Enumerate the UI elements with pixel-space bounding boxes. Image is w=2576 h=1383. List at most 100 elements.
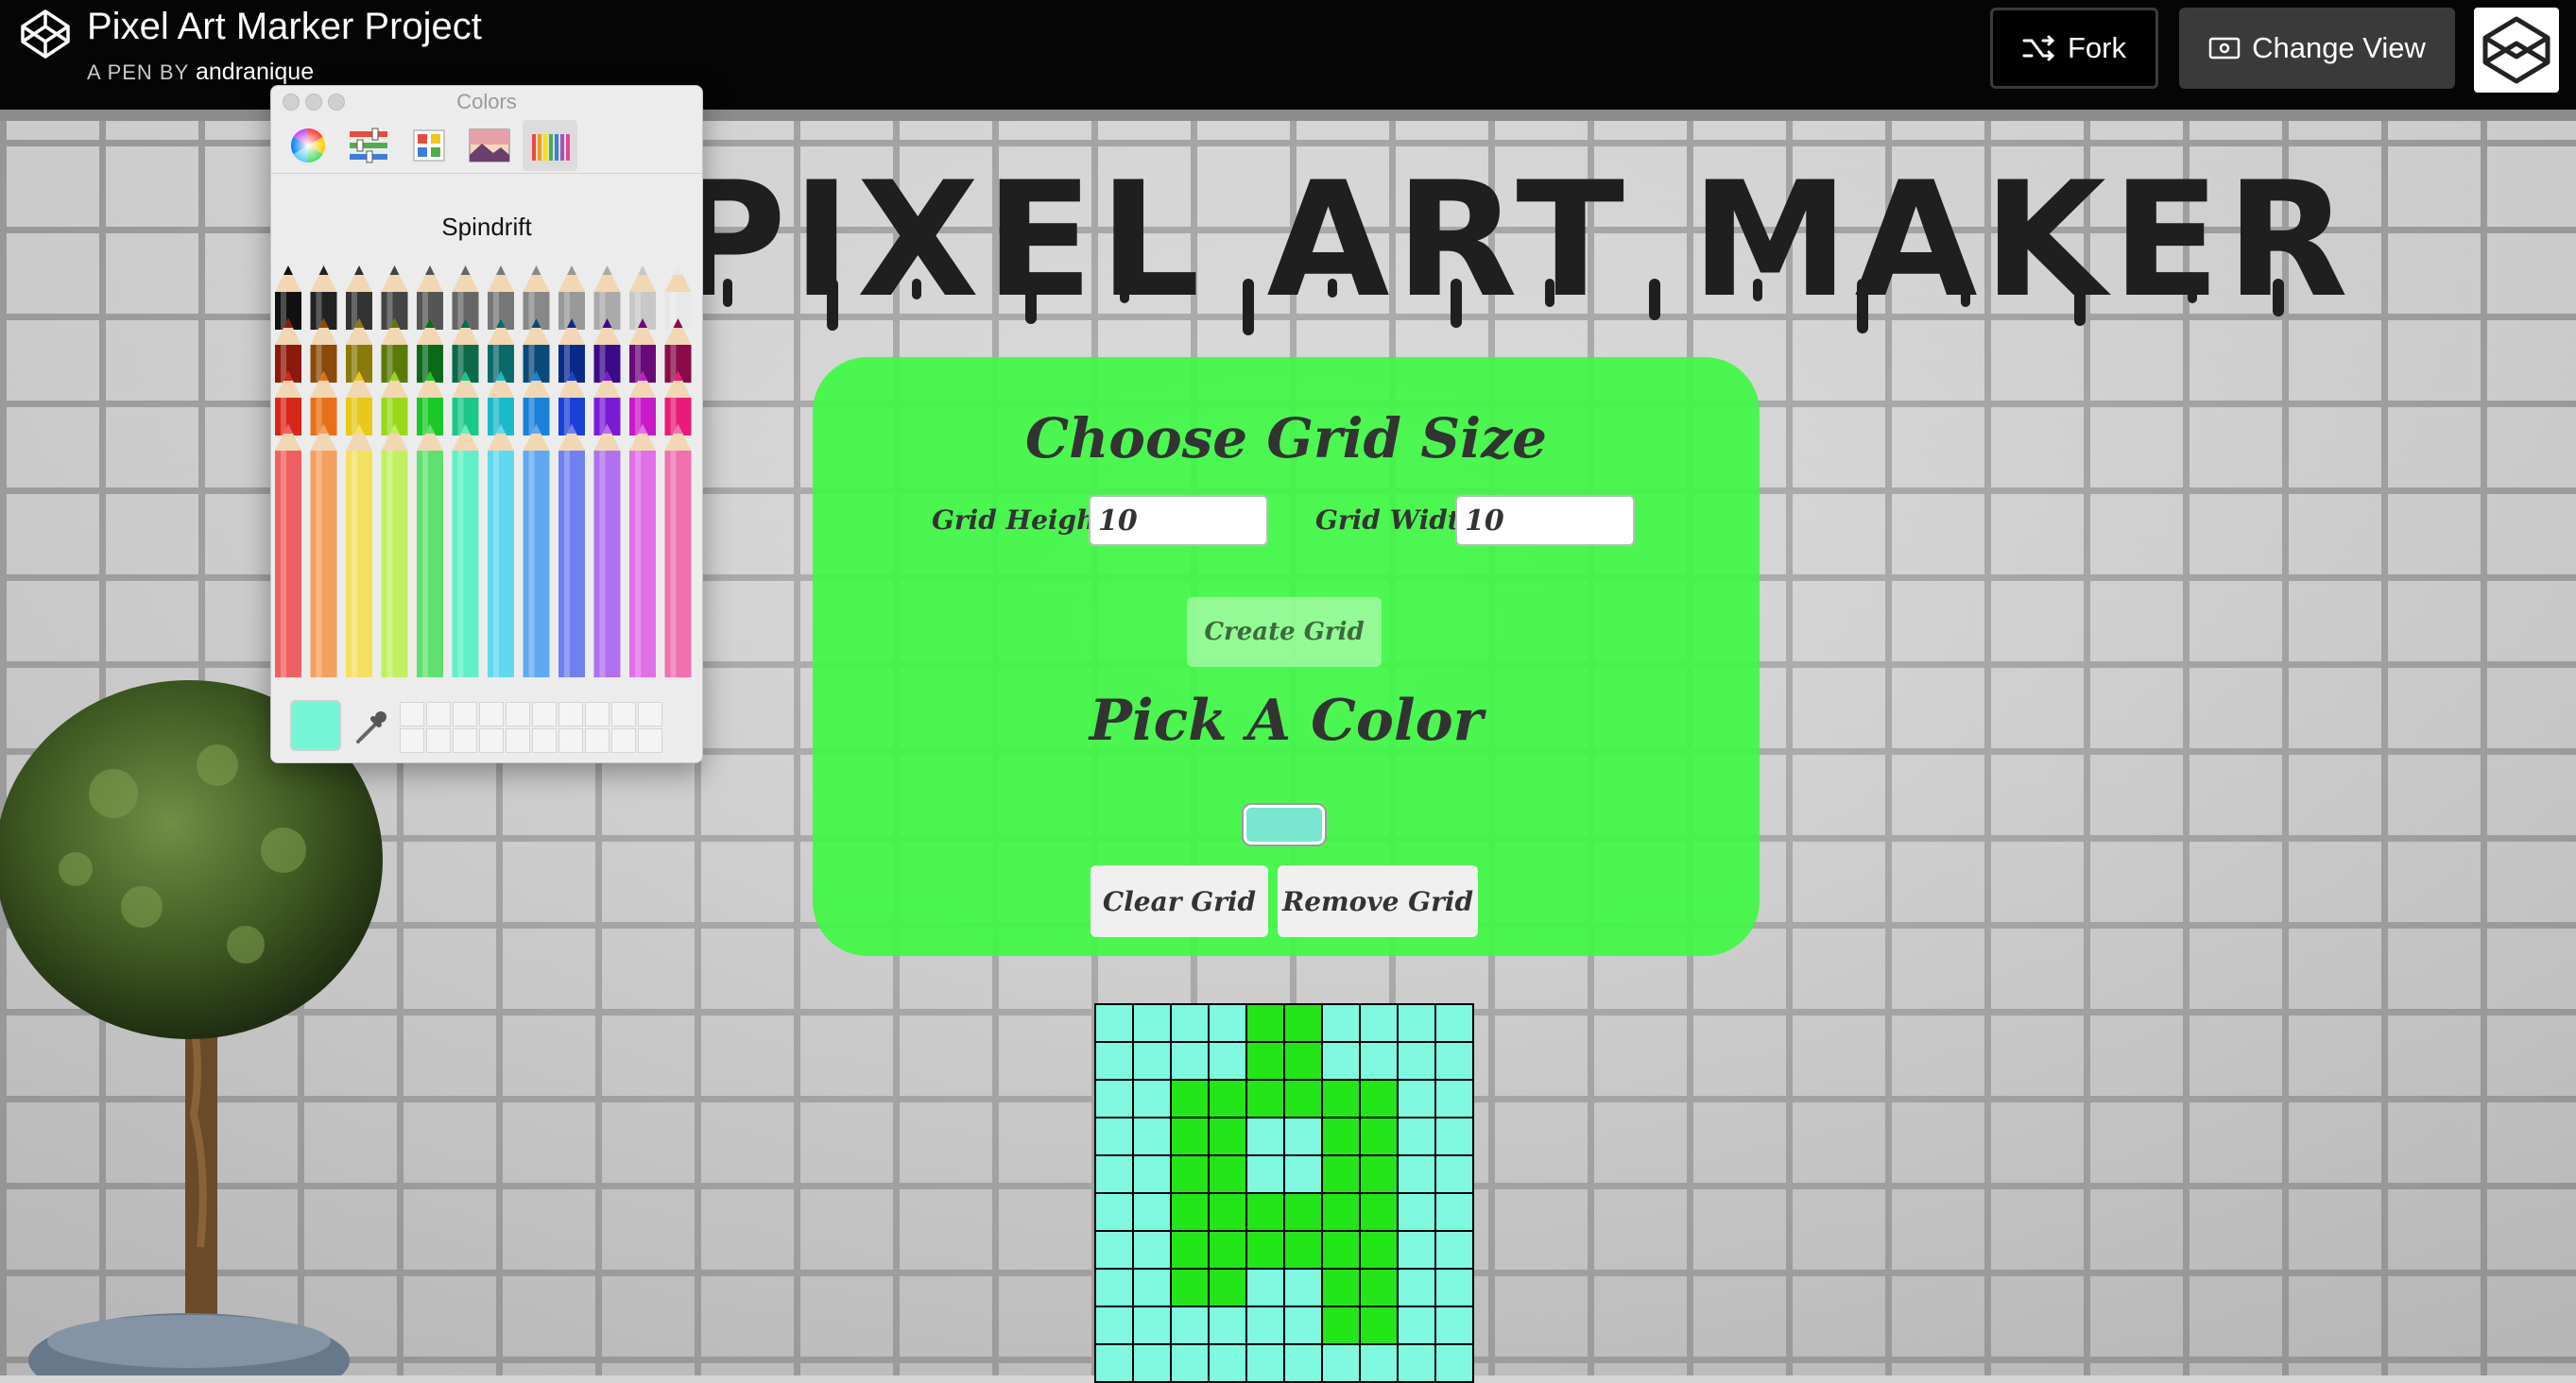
saved-swatches-grid[interactable] — [400, 702, 662, 753]
pixel-cell[interactable] — [1435, 1042, 1473, 1080]
pixel-cell[interactable] — [1209, 1118, 1246, 1155]
pixel-cell[interactable] — [1360, 1080, 1398, 1118]
pixel-cell[interactable] — [1246, 1269, 1284, 1306]
pixel-cell[interactable] — [1322, 1118, 1360, 1155]
pixel-cell[interactable] — [1284, 1193, 1322, 1231]
pencil-swatch[interactable] — [452, 424, 479, 677]
saved-color-slot[interactable] — [532, 702, 557, 726]
pixel-cell[interactable] — [1209, 1306, 1246, 1344]
pixel-cell[interactable] — [1322, 1042, 1360, 1080]
pixel-cell[interactable] — [1133, 1269, 1171, 1306]
pencil-swatch[interactable] — [629, 424, 656, 677]
pixel-cell[interactable] — [1133, 1080, 1171, 1118]
saved-color-slot[interactable] — [558, 728, 583, 753]
pixel-cell[interactable] — [1171, 1231, 1209, 1269]
saved-color-slot[interactable] — [506, 702, 530, 726]
pixel-cell[interactable] — [1133, 1306, 1171, 1344]
pixel-cell[interactable] — [1246, 1080, 1284, 1118]
color-picker-swatch[interactable] — [1244, 805, 1325, 845]
saved-color-slot[interactable] — [532, 728, 557, 753]
pixel-cell[interactable] — [1398, 1193, 1435, 1231]
pixel-cell[interactable] — [1095, 1344, 1133, 1382]
color-sliders-icon[interactable] — [341, 120, 396, 171]
pixel-cell[interactable] — [1398, 1155, 1435, 1193]
pixel-cell[interactable] — [1360, 1269, 1398, 1306]
pixel-cell[interactable] — [1360, 1193, 1398, 1231]
pixel-cell[interactable] — [1209, 1193, 1246, 1231]
pixel-cell[interactable] — [1322, 1080, 1360, 1118]
pixel-cell[interactable] — [1171, 1306, 1209, 1344]
pencil-swatch[interactable] — [593, 424, 621, 677]
pixel-cell[interactable] — [1171, 1193, 1209, 1231]
pixel-cell[interactable] — [1398, 1004, 1435, 1042]
pixel-cell[interactable] — [1322, 1269, 1360, 1306]
grid-width-input[interactable] — [1455, 495, 1635, 546]
pixel-cell[interactable] — [1133, 1155, 1171, 1193]
saved-color-slot[interactable] — [585, 702, 610, 726]
pixel-cell[interactable] — [1209, 1344, 1246, 1382]
pixel-cell[interactable] — [1095, 1004, 1133, 1042]
pixel-cell[interactable] — [1284, 1231, 1322, 1269]
pixel-cell[interactable] — [1322, 1306, 1360, 1344]
pixel-cell[interactable] — [1398, 1118, 1435, 1155]
pixel-cell[interactable] — [1246, 1004, 1284, 1042]
color-wheel-icon[interactable] — [281, 120, 335, 171]
pixel-cell[interactable] — [1095, 1042, 1133, 1080]
pixel-cell[interactable] — [1209, 1042, 1246, 1080]
pencil-swatch[interactable] — [664, 424, 692, 677]
pencil-swatch[interactable] — [381, 424, 408, 677]
pixel-cell[interactable] — [1360, 1042, 1398, 1080]
pixel-cell[interactable] — [1435, 1155, 1473, 1193]
pixel-cell[interactable] — [1284, 1042, 1322, 1080]
pixel-cell[interactable] — [1435, 1231, 1473, 1269]
pixel-cell[interactable] — [1284, 1155, 1322, 1193]
colors-window-titlebar[interactable]: Colors — [271, 86, 702, 116]
pixel-cell[interactable] — [1398, 1042, 1435, 1080]
pencil-swatch[interactable] — [488, 424, 514, 677]
pixel-cell[interactable] — [1284, 1080, 1322, 1118]
pixel-cell[interactable] — [1133, 1193, 1171, 1231]
current-color-swatch[interactable] — [290, 700, 341, 751]
codepen-logo-icon[interactable] — [19, 8, 72, 60]
saved-color-slot[interactable] — [453, 702, 477, 726]
pixel-cell[interactable] — [1398, 1344, 1435, 1382]
pixel-cell[interactable] — [1246, 1344, 1284, 1382]
pixel-cell[interactable] — [1133, 1004, 1171, 1042]
pixel-canvas-grid[interactable] — [1094, 1003, 1474, 1383]
pixel-cell[interactable] — [1209, 1231, 1246, 1269]
pixel-cell[interactable] — [1435, 1193, 1473, 1231]
pixel-cell[interactable] — [1133, 1344, 1171, 1382]
author-link[interactable]: andranique — [196, 59, 314, 85]
saved-color-slot[interactable] — [611, 702, 636, 726]
pixel-cell[interactable] — [1398, 1306, 1435, 1344]
saved-color-slot[interactable] — [426, 702, 451, 726]
pixel-cell[interactable] — [1322, 1344, 1360, 1382]
saved-color-slot[interactable] — [611, 728, 636, 753]
pencil-swatch[interactable] — [346, 424, 372, 677]
pencil-swatch[interactable] — [275, 424, 301, 677]
pixel-cell[interactable] — [1209, 1080, 1246, 1118]
pixel-cell[interactable] — [1171, 1344, 1209, 1382]
pixel-cell[interactable] — [1095, 1118, 1133, 1155]
pixel-cell[interactable] — [1133, 1042, 1171, 1080]
pixel-cell[interactable] — [1435, 1080, 1473, 1118]
color-palettes-icon[interactable] — [402, 120, 456, 171]
pixel-cell[interactable] — [1284, 1344, 1322, 1382]
pixel-cell[interactable] — [1435, 1269, 1473, 1306]
create-grid-button[interactable]: Create Grid — [1187, 597, 1382, 667]
remove-grid-button[interactable]: Remove Grid — [1278, 865, 1478, 937]
pixel-cell[interactable] — [1246, 1193, 1284, 1231]
image-palettes-icon[interactable] — [462, 120, 517, 171]
pixel-cell[interactable] — [1209, 1155, 1246, 1193]
clear-grid-button[interactable]: Clear Grid — [1091, 865, 1268, 937]
pixel-cell[interactable] — [1360, 1344, 1398, 1382]
saved-color-slot[interactable] — [453, 728, 477, 753]
pixel-cell[interactable] — [1246, 1231, 1284, 1269]
pixel-cell[interactable] — [1171, 1118, 1209, 1155]
pixel-cell[interactable] — [1133, 1231, 1171, 1269]
pixel-cell[interactable] — [1171, 1080, 1209, 1118]
pixel-cell[interactable] — [1360, 1004, 1398, 1042]
pixel-cell[interactable] — [1246, 1306, 1284, 1344]
grid-height-input[interactable] — [1089, 495, 1268, 546]
pixel-cell[interactable] — [1133, 1118, 1171, 1155]
